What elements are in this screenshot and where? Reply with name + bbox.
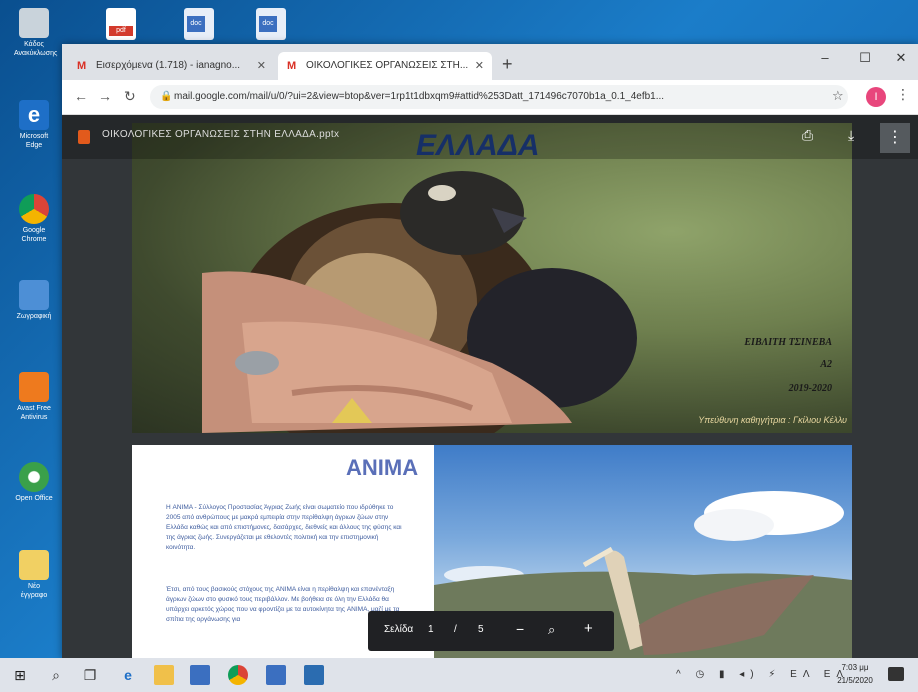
desktop-icon-label: Ζωγραφική: [16, 313, 52, 320]
chrome-icon: [19, 194, 49, 224]
paint-icon: [19, 280, 49, 310]
page-label: Σελίδα: [384, 624, 414, 635]
file-explorer-icon[interactable]: [154, 665, 174, 685]
word-taskbar-icon[interactable]: [266, 665, 286, 685]
close-tab-icon[interactable]: ✕: [475, 52, 484, 80]
class-label: Α2: [820, 359, 832, 370]
photos-taskbar-icon[interactable]: [304, 665, 324, 685]
document-icon: [19, 550, 49, 580]
clock-time: 7:03 μμ: [841, 663, 869, 672]
tab-pdf-attachment[interactable]: M ΟΙΚΟΛΟΓΙΚΕΣ ΟΡΓΑΝΩΣΕΙΣ ΣΤΗ... ✕: [278, 52, 492, 80]
gmail-icon: M: [287, 60, 297, 72]
tab-label: Εισερχόμενα (1.718) - ianagno...: [96, 60, 241, 71]
desktop-icon-paint[interactable]: Ζωγραφική: [14, 280, 54, 321]
close-window-button[interactable]: ✕: [886, 50, 916, 66]
system-tray[interactable]: ^ ◷ ▮ ◂) ⚡ ΕΛ ΕΛ: [676, 669, 849, 680]
profile-avatar[interactable]: Ι: [866, 87, 886, 107]
notification-icon[interactable]: [888, 667, 904, 681]
page-number-input[interactable]: 1: [428, 624, 434, 635]
desktop-icon-document[interactable]: Νέο έγγραφο: [14, 550, 54, 600]
school-year: 2019-2020: [788, 383, 832, 394]
start-windows-icon[interactable]: ⊞: [10, 665, 30, 685]
openoffice-icon: [19, 462, 49, 492]
desktop-icon-label: Microsoft Edge: [19, 133, 49, 149]
chrome-taskbar-icon[interactable]: [228, 665, 248, 685]
desktop-icon-label: Κάδος Ανακύκλωσης: [14, 41, 58, 57]
student-name: ΕΙΒΛΙΤΗ ΤΣΙΝΕΒΑ: [744, 337, 832, 348]
teacher-credit: Υπεύθυνη καθηγήτρια : Γκίλιου Κέλλυ: [698, 415, 847, 425]
tab-strip: M Εισερχόμενα (1.718) - ianagno... ✕ M Ο…: [62, 44, 918, 80]
zoom-magnifier-icon[interactable]: ⌕: [548, 622, 555, 638]
print-icon[interactable]: ⎙: [802, 127, 820, 145]
slide-2-paragraph-1: Η ANIMA - Σύλλογος Προστασίας Άγριας Ζωή…: [166, 504, 402, 551]
store-icon[interactable]: [190, 665, 210, 685]
desktop-icon-chrome[interactable]: Google Chrome: [14, 194, 54, 244]
desktop-icon-recycle-bin[interactable]: Κάδος Ανακύκλωσης: [14, 8, 58, 58]
browser-toolbar: ← → ↻ 🔒 mail.google.com/mail/u/0/?ui=2&v…: [62, 80, 918, 115]
word-icon: doc: [259, 16, 277, 32]
edge-icon: e: [19, 100, 49, 130]
desktop-icon-openoffice[interactable]: Open Office: [14, 462, 54, 503]
slide-page-1: ΕΛΛΑΔΑ ΕΙΒΛΙΤΗ ΤΣΙΝΕΒΑ Α2 2019-2020 Υπεύ…: [132, 123, 852, 433]
reload-icon[interactable]: ↻: [124, 88, 136, 105]
chrome-window: M Εισερχόμενα (1.718) - ianagno... ✕ M Ο…: [62, 44, 918, 658]
edge-taskbar-icon[interactable]: e: [118, 665, 138, 685]
bookmark-star-icon[interactable]: ☆: [832, 88, 844, 104]
search-icon[interactable]: ⌕: [46, 665, 66, 685]
chrome-menu-icon[interactable]: ⋮: [896, 86, 910, 103]
desktop-icon-label: Google Chrome: [21, 227, 47, 243]
more-options-icon[interactable]: ⋮: [880, 123, 910, 153]
file-name: ΟΙΚΟΛΟΓΙΚΕΣ ΟΡΓΑΝΩΣΕΙΣ ΣΤΗΝ ΕΛΛΑΔΑ.pptx: [102, 129, 340, 140]
lock-icon: 🔒: [160, 91, 173, 102]
desktop-icon-label: Avast Free Antivirus: [17, 405, 51, 421]
slides-file-icon: [78, 130, 90, 144]
gmail-icon: M: [77, 60, 87, 72]
address-bar[interactable]: 🔒 mail.google.com/mail/u/0/?ui=2&view=bt…: [150, 85, 848, 109]
slide-2-title: ANIMA: [346, 455, 419, 480]
zoom-out-button[interactable]: −: [516, 621, 524, 637]
desktop-icon-avast[interactable]: Avast Free Antivirus: [14, 372, 54, 422]
tab-label: ΟΙΚΟΛΟΓΙΚΕΣ ΟΡΓΑΝΩΣΕΙΣ ΣΤΗ...: [306, 60, 469, 71]
total-pages: 5: [478, 624, 484, 635]
pdf-page-toolbar: Σελίδα 1 / 5 − ⌕ +: [368, 611, 614, 651]
task-view-icon[interactable]: ❐: [80, 665, 100, 685]
page-separator: /: [454, 624, 457, 635]
close-tab-icon[interactable]: ✕: [257, 52, 266, 80]
minimize-button[interactable]: –: [810, 50, 840, 65]
pdf-icon: pdf: [109, 26, 133, 36]
maximize-button[interactable]: ☐: [850, 50, 880, 66]
desktop-icon-label: Open Office: [15, 495, 53, 502]
word-icon: doc: [187, 16, 205, 32]
back-arrow-icon[interactable]: ←: [74, 88, 88, 104]
desktop-doc-file-1[interactable]: doc: [184, 8, 214, 40]
clock[interactable]: 7:03 μμ 21/5/2020: [832, 661, 878, 687]
viewer-header: ΟΙΚΟΛΟΓΙΚΕΣ ΟΡΓΑΝΩΣΕΙΣ ΣΤΗΝ ΕΛΛΑΔΑ.pptx …: [62, 115, 918, 159]
taskbar: ⊞ ⌕ ❐ e ^ ◷ ▮ ◂) ⚡ ΕΛ ΕΛ 7:03 μμ 21/5/20…: [0, 658, 918, 692]
clock-date: 21/5/2020: [837, 676, 873, 685]
tab-gmail-inbox[interactable]: M Εισερχόμενα (1.718) - ianagno... ✕: [68, 52, 274, 80]
desktop-pdf-file[interactable]: pdf: [106, 8, 136, 40]
download-icon[interactable]: ⤓: [848, 127, 854, 144]
avast-icon: [19, 372, 49, 402]
desktop-icon-label: Νέο έγγραφο: [20, 583, 48, 599]
pdf-viewer: ΟΙΚΟΛΟΓΙΚΕΣ ΟΡΓΑΝΩΣΕΙΣ ΣΤΗΝ ΕΛΛΑΔΑ.pptx …: [62, 115, 918, 658]
desktop-doc-file-2[interactable]: doc: [256, 8, 286, 40]
new-tab-button[interactable]: +: [502, 54, 513, 74]
url-text: mail.google.com/mail/u/0/?ui=2&view=btop…: [174, 91, 665, 102]
recycle-bin-icon: [19, 8, 49, 38]
zoom-in-button[interactable]: +: [584, 620, 593, 637]
forward-arrow-icon[interactable]: →: [98, 88, 112, 104]
desktop-icon-edge[interactable]: e Microsoft Edge: [14, 100, 54, 150]
